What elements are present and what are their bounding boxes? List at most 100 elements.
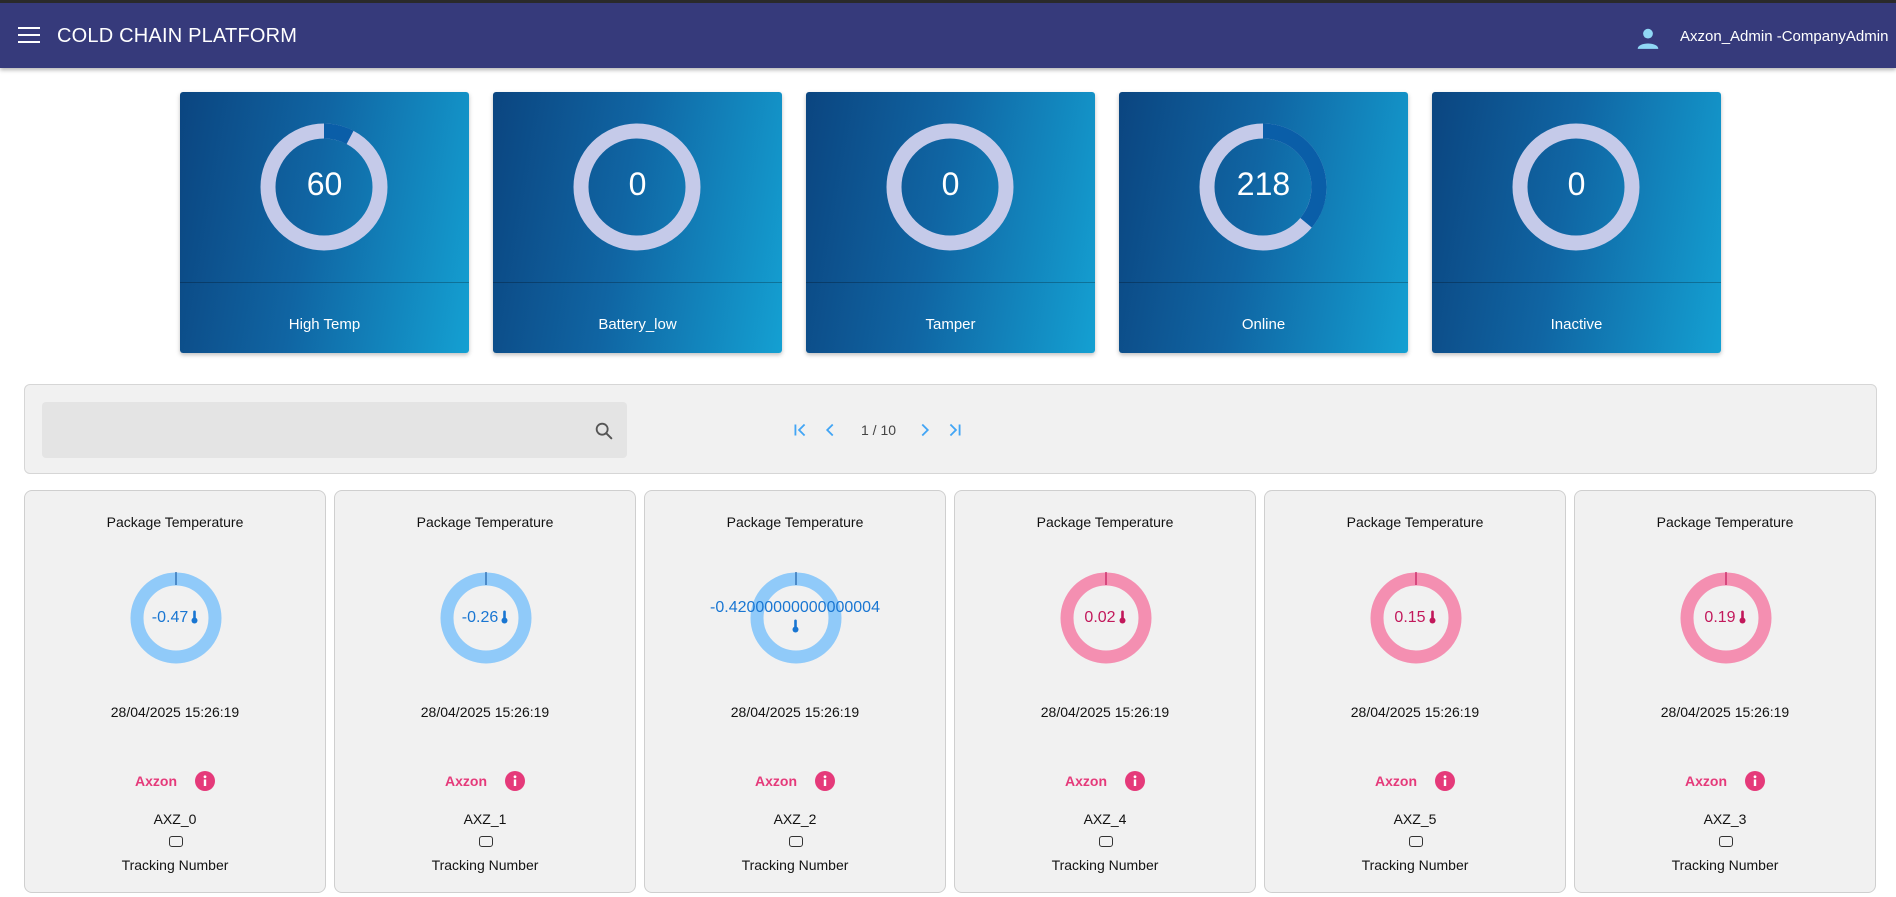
stat-value: 60 bbox=[306, 166, 343, 202]
package-title: Package Temperature bbox=[106, 514, 244, 530]
stat-card[interactable]: 60 High Temp bbox=[180, 92, 469, 353]
device-id: AXZ_3 bbox=[1703, 811, 1747, 827]
thermometer-icon bbox=[1119, 610, 1126, 624]
temperature-text: -0.47 bbox=[151, 609, 189, 626]
temperature-text: 0.15 bbox=[1394, 609, 1426, 626]
package-card[interactable]: Package Temperature 0.02 28/04/2025 15:26:… bbox=[954, 490, 1256, 893]
previous-page-icon[interactable] bbox=[819, 419, 841, 441]
brand-row: Axzon bbox=[1265, 771, 1565, 791]
device-id: AXZ_4 bbox=[1083, 811, 1127, 827]
stat-card[interactable]: 0 Inactive bbox=[1432, 92, 1721, 353]
thermometer-icon bbox=[792, 619, 798, 633]
search-input[interactable] bbox=[42, 402, 627, 458]
tracking-checkbox[interactable] bbox=[789, 836, 803, 847]
stat-label: Inactive bbox=[1550, 316, 1603, 333]
tracking-number-label: Tracking Number bbox=[1361, 857, 1469, 873]
tracking-number-label: Tracking Number bbox=[1051, 857, 1159, 873]
package-title: Package Temperature bbox=[1656, 514, 1794, 530]
thermometer-icon bbox=[191, 610, 198, 624]
tracking-checkbox[interactable] bbox=[479, 836, 493, 847]
brand-row: Axzon bbox=[335, 771, 635, 791]
stat-divider bbox=[1432, 282, 1721, 283]
package-title: Package Temperature bbox=[1036, 514, 1174, 530]
menu-icon[interactable] bbox=[18, 27, 40, 43]
info-icon[interactable] bbox=[195, 771, 215, 791]
package-card[interactable]: Package Temperature -0.47 28/04/2025 15:26… bbox=[24, 490, 326, 893]
timestamp: 28/04/2025 15:26:19 bbox=[1040, 704, 1170, 720]
app-title: COLD CHAIN PLATFORM bbox=[57, 25, 298, 47]
brand-name: Axzon bbox=[1685, 773, 1727, 789]
timestamp: 28/04/2025 15:26:19 bbox=[730, 704, 860, 720]
brand-name: Axzon bbox=[135, 773, 177, 789]
stat-label: Battery_low bbox=[598, 316, 677, 333]
temperature-text: -0.26 bbox=[461, 609, 499, 626]
package-card[interactable]: Package Temperature -0.26 28/04/2025 15:26… bbox=[334, 490, 636, 893]
package-card[interactable]: Package Temperature -0.42000000000000004 2… bbox=[644, 490, 946, 893]
brand-row: Axzon bbox=[645, 771, 945, 791]
thermometer-icon bbox=[1429, 610, 1436, 624]
device-id: AXZ_0 bbox=[153, 811, 197, 827]
temperature-text: -0.42000000000000004 bbox=[710, 599, 880, 616]
stat-label: Tamper bbox=[925, 316, 976, 333]
info-icon[interactable] bbox=[815, 771, 835, 791]
stat-card[interactable]: 0 Battery_low bbox=[493, 92, 782, 353]
info-icon[interactable] bbox=[1435, 771, 1455, 791]
tracking-checkbox[interactable] bbox=[1719, 836, 1733, 847]
stat-divider bbox=[806, 282, 1095, 283]
package-title: Package Temperature bbox=[416, 514, 554, 530]
stat-divider bbox=[1119, 282, 1408, 283]
first-page-icon[interactable] bbox=[789, 419, 811, 441]
stat-value: 0 bbox=[628, 166, 647, 202]
thermometer-icon bbox=[1739, 610, 1746, 624]
brand-name: Axzon bbox=[445, 773, 487, 789]
tracking-checkbox[interactable] bbox=[1099, 836, 1113, 847]
temperature-value: 0.02 bbox=[955, 609, 1255, 627]
user-name[interactable]: Axzon_Admin -CompanyAdmin bbox=[1680, 28, 1888, 45]
temperature-value: -0.47 bbox=[25, 609, 325, 627]
stat-value: 218 bbox=[1236, 166, 1291, 202]
stat-value: 0 bbox=[941, 166, 960, 202]
package-card[interactable]: Package Temperature 0.19 28/04/2025 15:26:… bbox=[1574, 490, 1876, 893]
info-icon[interactable] bbox=[1745, 771, 1765, 791]
info-icon[interactable] bbox=[505, 771, 525, 791]
device-id: AXZ_5 bbox=[1393, 811, 1437, 827]
tracking-checkbox[interactable] bbox=[169, 836, 183, 847]
brand-row: Axzon bbox=[955, 771, 1255, 791]
temperature-text: 0.02 bbox=[1084, 609, 1116, 626]
tracking-number-label: Tracking Number bbox=[121, 857, 229, 873]
tracking-number-label: Tracking Number bbox=[741, 857, 849, 873]
temperature-value: -0.26 bbox=[335, 609, 635, 627]
package-title: Package Temperature bbox=[1346, 514, 1484, 530]
brand-row: Axzon bbox=[1575, 771, 1875, 791]
thermometer-icon bbox=[501, 610, 508, 624]
timestamp: 28/04/2025 15:26:19 bbox=[420, 704, 550, 720]
timestamp: 28/04/2025 15:26:19 bbox=[1350, 704, 1480, 720]
temperature-text: 0.19 bbox=[1704, 609, 1736, 626]
brand-row: Axzon bbox=[25, 771, 325, 791]
stat-divider bbox=[493, 282, 782, 283]
brand-name: Axzon bbox=[1375, 773, 1417, 789]
timestamp: 28/04/2025 15:26:19 bbox=[110, 704, 240, 720]
last-page-icon[interactable] bbox=[944, 419, 966, 441]
search-icon[interactable] bbox=[593, 420, 615, 442]
tracking-number-label: Tracking Number bbox=[1671, 857, 1779, 873]
tracking-checkbox[interactable] bbox=[1409, 836, 1423, 847]
stat-label: High Temp bbox=[288, 316, 361, 333]
page-indicator: 1 / 10 bbox=[861, 422, 897, 438]
stat-card[interactable]: 218 Online bbox=[1119, 92, 1408, 353]
stat-label: Online bbox=[1241, 316, 1286, 333]
stat-card[interactable]: 0 Tamper bbox=[806, 92, 1095, 353]
tracking-number-label: Tracking Number bbox=[431, 857, 539, 873]
next-page-icon[interactable] bbox=[914, 419, 936, 441]
person-icon[interactable] bbox=[1635, 25, 1661, 51]
stat-divider bbox=[180, 282, 469, 283]
filter-toolbar: 1 / 10 bbox=[24, 384, 1877, 474]
package-card[interactable]: Package Temperature 0.15 28/04/2025 15:26:… bbox=[1264, 490, 1566, 893]
stat-value: 0 bbox=[1567, 166, 1586, 202]
package-title: Package Temperature bbox=[726, 514, 864, 530]
temperature-value: 0.15 bbox=[1265, 609, 1565, 627]
info-icon[interactable] bbox=[1125, 771, 1145, 791]
timestamp: 28/04/2025 15:26:19 bbox=[1660, 704, 1790, 720]
brand-name: Axzon bbox=[755, 773, 797, 789]
temperature-value: -0.42000000000000004 bbox=[645, 599, 945, 633]
